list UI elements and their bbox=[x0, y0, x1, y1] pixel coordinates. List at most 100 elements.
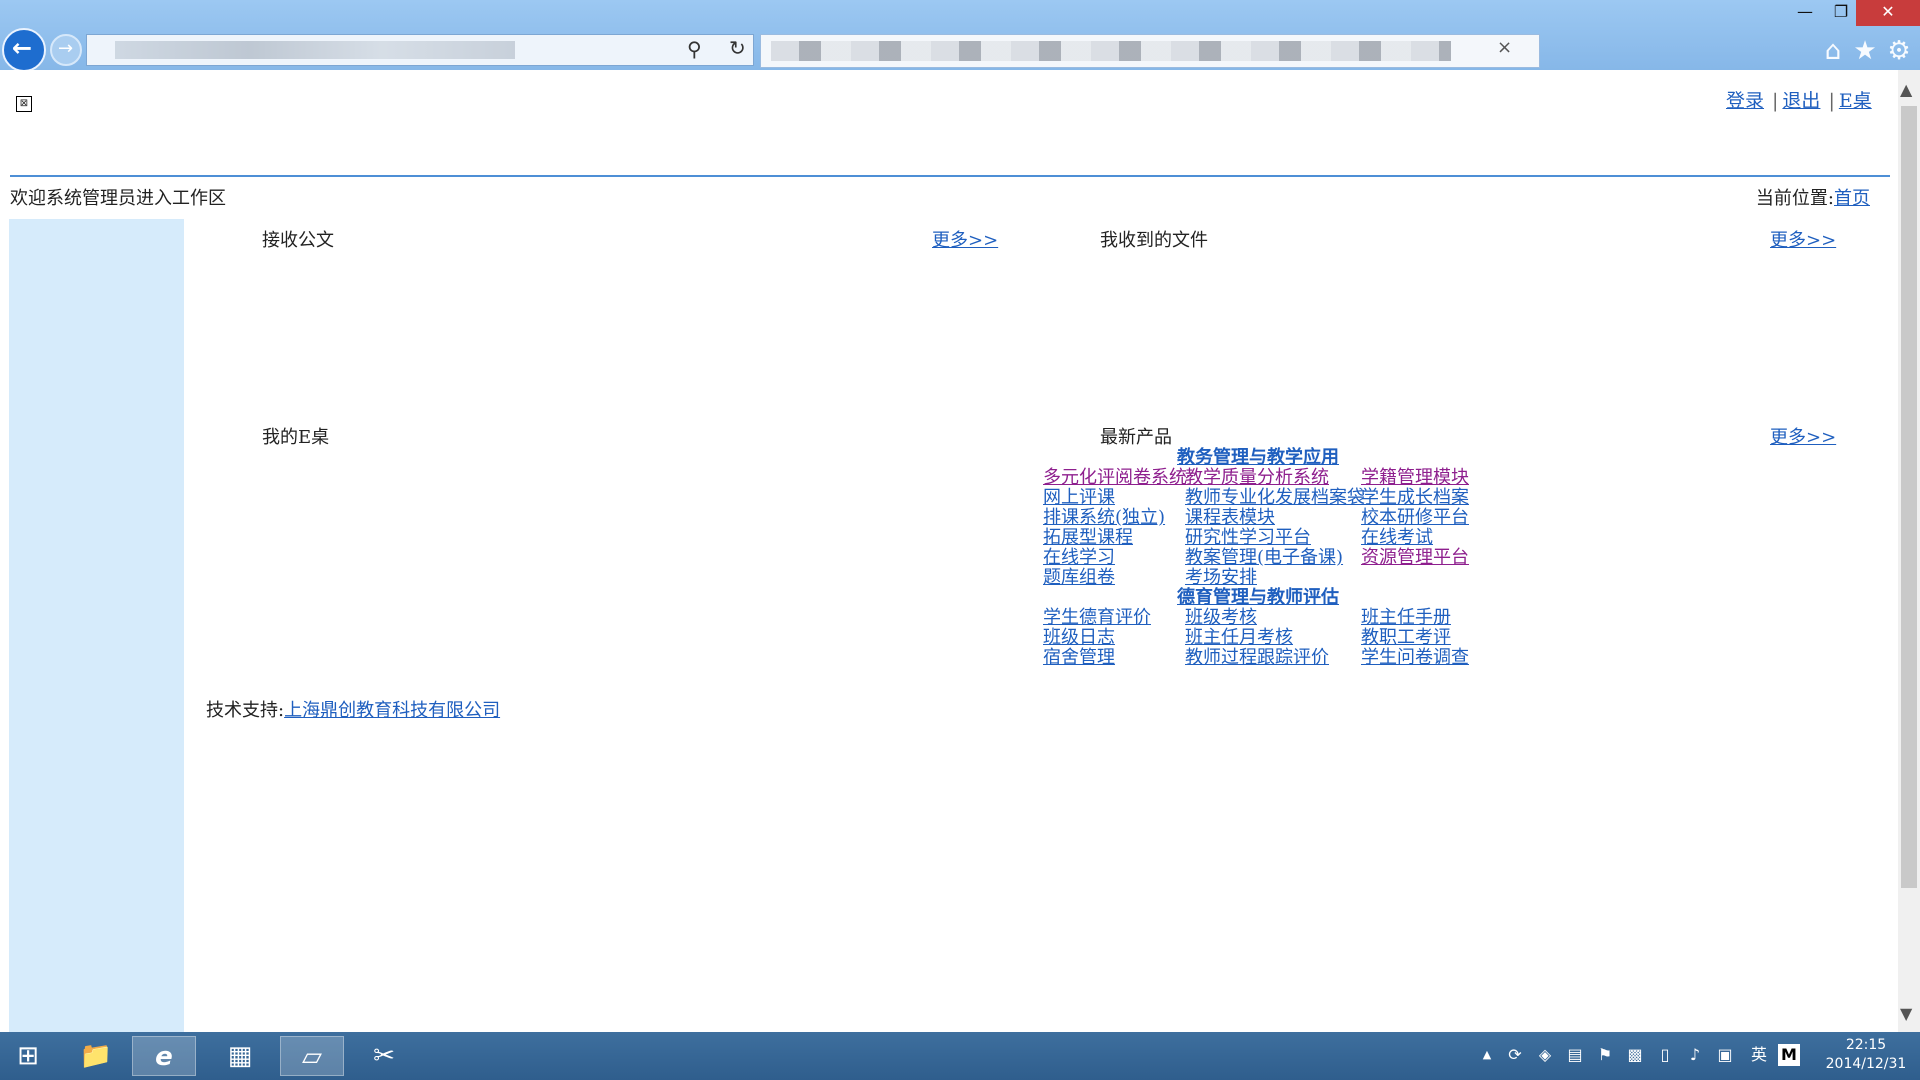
network-icon[interactable]: ▣ bbox=[1714, 1044, 1736, 1066]
support-company-link[interactable]: 上海鼎创教育科技有限公司 bbox=[284, 700, 500, 721]
support-label: 技术支持: bbox=[206, 700, 285, 721]
product-link[interactable]: 题库组卷 bbox=[1043, 568, 1115, 588]
product-link[interactable]: 考场安排 bbox=[1185, 568, 1257, 588]
back-button[interactable]: ← bbox=[2, 28, 46, 72]
product-link[interactable]: 班级考核 bbox=[1185, 608, 1257, 628]
product-row: 题库组卷 考场安排 bbox=[1043, 568, 1473, 588]
sync-icon[interactable]: ⟳ bbox=[1504, 1044, 1526, 1066]
security-icon[interactable]: ◈ bbox=[1534, 1044, 1556, 1066]
internet-explorer-icon[interactable]: e bbox=[132, 1036, 196, 1076]
home-icon[interactable]: ⌂ bbox=[1818, 36, 1848, 66]
refresh-icon[interactable]: ↻ bbox=[729, 36, 746, 60]
address-bar[interactable]: ⚲ ↻ bbox=[86, 34, 754, 66]
product-row: 在线学习 教案管理(电子备课) 资源管理平台 bbox=[1043, 548, 1473, 568]
received-docs-more-link[interactable]: 更多>> bbox=[932, 226, 998, 252]
tab-title-blurred bbox=[771, 41, 1451, 61]
product-row: 宿舍管理 教师过程跟踪评价 学生问卷调查 bbox=[1043, 648, 1473, 668]
product-row: 学生德育评价 班级考核 班主任手册 bbox=[1043, 608, 1473, 628]
notepad-icon[interactable]: ▱ bbox=[280, 1036, 344, 1076]
received-files-more-link[interactable]: 更多>> bbox=[1770, 226, 1836, 252]
product-link[interactable]: 教师过程跟踪评价 bbox=[1185, 648, 1329, 668]
header-divider bbox=[10, 175, 1890, 177]
product-row: 网上评课 教师专业化发展档案袋 学生成长档案 bbox=[1043, 488, 1473, 508]
device-icon[interactable]: ▯ bbox=[1654, 1044, 1676, 1066]
received-files-title: 我收到的文件 bbox=[1100, 230, 1208, 251]
color-icon[interactable]: ▩ bbox=[1624, 1044, 1646, 1066]
welcome-text: 欢迎系统管理员进入工作区 bbox=[10, 188, 226, 209]
edesk-link[interactable]: E桌 bbox=[1839, 90, 1872, 112]
tray-expand-icon[interactable]: ▲ bbox=[1476, 1044, 1498, 1066]
ime-language[interactable]: 英 bbox=[1748, 1044, 1770, 1066]
flag-icon[interactable]: ⚑ bbox=[1594, 1044, 1616, 1066]
start-button[interactable]: ⊞ bbox=[0, 1036, 56, 1076]
link-separator: | bbox=[1828, 90, 1835, 112]
scroll-thumb[interactable] bbox=[1901, 106, 1917, 888]
product-link[interactable]: 学生问卷调查 bbox=[1361, 648, 1469, 668]
browser-titlebar: — ❐ ✕ ← → ⚲ ↻ × ⌂ ★ ⚙ bbox=[0, 0, 1920, 72]
clock-time: 22:15 bbox=[1845, 1037, 1887, 1053]
favorites-icon[interactable]: ★ bbox=[1850, 36, 1880, 66]
product-link[interactable]: 宿舍管理 bbox=[1043, 648, 1115, 668]
product-link[interactable]: 研究性学习平台 bbox=[1185, 528, 1311, 548]
product-link[interactable]: 校本研修平台 bbox=[1361, 508, 1469, 528]
broken-image-icon: ⊠ bbox=[16, 96, 32, 112]
left-sidebar bbox=[9, 219, 184, 1032]
logout-link[interactable]: 退出 bbox=[1782, 90, 1820, 112]
tab-close-icon[interactable]: × bbox=[1497, 37, 1512, 58]
scroll-up-icon[interactable]: ▲ bbox=[1900, 80, 1912, 99]
product-link[interactable]: 教师专业化发展档案袋 bbox=[1185, 488, 1365, 508]
clock-date: 2014/12/31 bbox=[1825, 1056, 1907, 1072]
product-link[interactable]: 拓展型课程 bbox=[1043, 528, 1133, 548]
back-arrow-icon: ← bbox=[12, 34, 33, 62]
product-link[interactable]: 在线学习 bbox=[1043, 548, 1115, 568]
gear-icon[interactable]: ⚙ bbox=[1884, 36, 1914, 66]
product-link[interactable]: 排课系统(独立) bbox=[1043, 508, 1165, 528]
product-link[interactable]: 在线考试 bbox=[1361, 528, 1433, 548]
tech-support: 技术支持:上海鼎创教育科技有限公司 bbox=[206, 696, 500, 722]
product-row: 多元化评阅卷系统 教学质量分析系统 学籍管理模块 bbox=[1043, 468, 1473, 488]
product-row: 拓展型课程 研究性学习平台 在线考试 bbox=[1043, 528, 1473, 548]
product-link[interactable]: 班主任手册 bbox=[1361, 608, 1451, 628]
category-link[interactable]: 教务管理与教学应用 bbox=[1177, 447, 1339, 468]
taskbar: ⊞ 📁 e ▦ ▱ ✂ ▲ ⟳ ◈ ▤ ⚑ ▩ ▯ ♪ ▣ 英 M 22:15 … bbox=[0, 1032, 1920, 1080]
volume-icon[interactable]: ♪ bbox=[1684, 1044, 1706, 1066]
product-link[interactable]: 教职工考评 bbox=[1361, 628, 1451, 648]
display-icon[interactable]: ▤ bbox=[1564, 1044, 1586, 1066]
product-link[interactable]: 网上评课 bbox=[1043, 488, 1115, 508]
browser-tab[interactable]: × bbox=[760, 34, 1540, 68]
product-link[interactable]: 学生德育评价 bbox=[1043, 608, 1151, 628]
address-url-blurred bbox=[115, 41, 515, 59]
login-link[interactable]: 登录 bbox=[1726, 90, 1764, 112]
product-row: 排课系统(独立) 课程表模块 校本研修平台 bbox=[1043, 508, 1473, 528]
ime-mode[interactable]: M bbox=[1778, 1044, 1800, 1066]
system-clock[interactable]: 22:15 2014/12/31 bbox=[1816, 1036, 1916, 1074]
snipping-tool-icon[interactable]: ✂ bbox=[352, 1036, 416, 1076]
latest-products-more-link[interactable]: 更多>> bbox=[1770, 423, 1836, 449]
breadcrumb: 当前位置:首页 bbox=[1756, 184, 1870, 210]
location-label: 当前位置: bbox=[1755, 188, 1834, 209]
search-icon[interactable]: ⚲ bbox=[687, 37, 702, 61]
calculator-icon[interactable]: ▦ bbox=[208, 1036, 272, 1076]
link-separator: | bbox=[1772, 90, 1779, 112]
category-link[interactable]: 德育管理与教师评估 bbox=[1177, 587, 1339, 608]
vertical-scrollbar[interactable]: ▲ ▼ bbox=[1898, 70, 1920, 1032]
product-link[interactable]: 课程表模块 bbox=[1185, 508, 1275, 528]
file-explorer-icon[interactable]: 📁 bbox=[64, 1036, 128, 1076]
product-link[interactable]: 多元化评阅卷系统 bbox=[1043, 468, 1187, 488]
product-link[interactable]: 班级日志 bbox=[1043, 628, 1115, 648]
scroll-down-icon[interactable]: ▼ bbox=[1900, 1004, 1912, 1023]
forward-button[interactable]: → bbox=[50, 34, 82, 66]
close-window-button[interactable]: ✕ bbox=[1856, 0, 1920, 26]
breadcrumb-home-link[interactable]: 首页 bbox=[1834, 188, 1870, 209]
product-link[interactable]: 教案管理(电子备课) bbox=[1185, 548, 1343, 568]
received-docs-title: 接收公文 bbox=[262, 230, 334, 251]
product-list: 教务管理与教学应用 多元化评阅卷系统 教学质量分析系统 学籍管理模块 网上评课 … bbox=[1043, 448, 1473, 668]
forward-arrow-icon: → bbox=[58, 38, 74, 59]
product-link[interactable]: 班主任月考核 bbox=[1185, 628, 1293, 648]
product-link[interactable]: 资源管理平台 bbox=[1361, 548, 1469, 568]
product-link[interactable]: 教学质量分析系统 bbox=[1185, 468, 1329, 488]
top-links: 登录 | 退出 | E桌 bbox=[1726, 86, 1872, 113]
product-row: 班级日志 班主任月考核 教职工考评 bbox=[1043, 628, 1473, 648]
product-link[interactable]: 学籍管理模块 bbox=[1361, 468, 1469, 488]
product-link[interactable]: 学生成长档案 bbox=[1361, 488, 1469, 508]
